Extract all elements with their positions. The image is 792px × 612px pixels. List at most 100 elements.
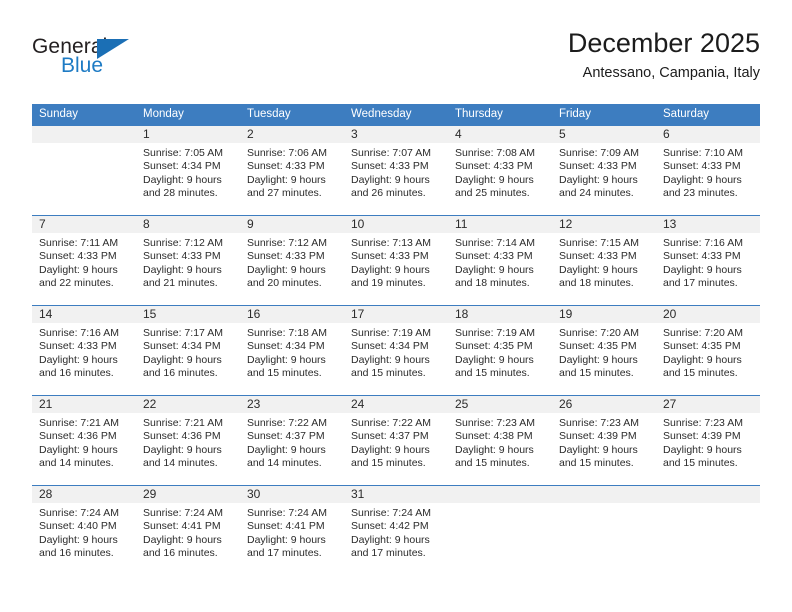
- day-details: [32, 143, 136, 147]
- day-cell[interactable]: 29 Sunrise: 7:24 AM Sunset: 4:41 PM Dayl…: [136, 486, 240, 575]
- day-cell[interactable]: 1 Sunrise: 7:05 AM Sunset: 4:34 PM Dayli…: [136, 126, 240, 215]
- sunset-text: Sunset: 4:35 PM: [455, 340, 533, 353]
- day-details: Sunrise: 7:17 AM Sunset: 4:34 PM Dayligh…: [136, 323, 240, 381]
- day-cell[interactable]: [656, 486, 760, 575]
- day-details: [552, 503, 656, 507]
- day-cell[interactable]: 5 Sunrise: 7:09 AM Sunset: 4:33 PM Dayli…: [552, 126, 656, 215]
- day-details: Sunrise: 7:07 AM Sunset: 4:33 PM Dayligh…: [344, 143, 448, 201]
- day-cell[interactable]: 8 Sunrise: 7:12 AM Sunset: 4:33 PM Dayli…: [136, 216, 240, 305]
- day-cell[interactable]: 19 Sunrise: 7:20 AM Sunset: 4:35 PM Dayl…: [552, 306, 656, 395]
- daylight-text-line2: and 20 minutes.: [247, 277, 322, 290]
- daylight-text-line2: and 23 minutes.: [663, 187, 738, 200]
- day-cell[interactable]: 6 Sunrise: 7:10 AM Sunset: 4:33 PM Dayli…: [656, 126, 760, 215]
- day-cell[interactable]: 16 Sunrise: 7:18 AM Sunset: 4:34 PM Dayl…: [240, 306, 344, 395]
- day-number: 11: [448, 216, 552, 233]
- daylight-text-line2: and 24 minutes.: [559, 187, 634, 200]
- day-number: 23: [240, 396, 344, 413]
- day-cell[interactable]: 14 Sunrise: 7:16 AM Sunset: 4:33 PM Dayl…: [32, 306, 136, 395]
- sunrise-text: Sunrise: 7:09 AM: [559, 147, 639, 159]
- day-cell[interactable]: 12 Sunrise: 7:15 AM Sunset: 4:33 PM Dayl…: [552, 216, 656, 305]
- sunrise-text: Sunrise: 7:22 AM: [351, 417, 431, 429]
- sunset-text: Sunset: 4:33 PM: [39, 340, 117, 353]
- day-cell[interactable]: 2 Sunrise: 7:06 AM Sunset: 4:33 PM Dayli…: [240, 126, 344, 215]
- sunset-text: Sunset: 4:33 PM: [39, 250, 117, 263]
- daylight-text-line1: Daylight: 9 hours: [351, 443, 430, 456]
- day-cell[interactable]: 20 Sunrise: 7:20 AM Sunset: 4:35 PM Dayl…: [656, 306, 760, 395]
- weekday-header-wednesday: Wednesday: [351, 108, 412, 120]
- sunrise-text: Sunrise: 7:19 AM: [455, 327, 535, 339]
- day-number: [552, 486, 656, 503]
- day-details: Sunrise: 7:19 AM Sunset: 4:34 PM Dayligh…: [344, 323, 448, 381]
- day-details: Sunrise: 7:16 AM Sunset: 4:33 PM Dayligh…: [32, 323, 136, 381]
- day-number: 12: [552, 216, 656, 233]
- day-details: Sunrise: 7:24 AM Sunset: 4:41 PM Dayligh…: [240, 503, 344, 561]
- day-number: 25: [448, 396, 552, 413]
- sunset-text: Sunset: 4:33 PM: [455, 160, 533, 173]
- day-cell[interactable]: 13 Sunrise: 7:16 AM Sunset: 4:33 PM Dayl…: [656, 216, 760, 305]
- daylight-text-line1: Daylight: 9 hours: [351, 263, 430, 276]
- day-cell[interactable]: 25 Sunrise: 7:23 AM Sunset: 4:38 PM Dayl…: [448, 396, 552, 485]
- sunrise-text: Sunrise: 7:11 AM: [39, 237, 119, 249]
- generalblue-logo: General Blue: [32, 36, 172, 92]
- daylight-text-line2: and 15 minutes.: [351, 457, 426, 470]
- sunset-text: Sunset: 4:33 PM: [663, 250, 741, 263]
- sunrise-text: Sunrise: 7:14 AM: [455, 237, 535, 249]
- sunset-text: Sunset: 4:33 PM: [351, 160, 429, 173]
- day-cell[interactable]: 4 Sunrise: 7:08 AM Sunset: 4:33 PM Dayli…: [448, 126, 552, 215]
- day-cell[interactable]: 3 Sunrise: 7:07 AM Sunset: 4:33 PM Dayli…: [344, 126, 448, 215]
- day-cell[interactable]: 11 Sunrise: 7:14 AM Sunset: 4:33 PM Dayl…: [448, 216, 552, 305]
- day-details: Sunrise: 7:16 AM Sunset: 4:33 PM Dayligh…: [656, 233, 760, 291]
- sunset-text: Sunset: 4:33 PM: [247, 250, 325, 263]
- daylight-text-line2: and 16 minutes.: [39, 367, 114, 380]
- day-details: Sunrise: 7:06 AM Sunset: 4:33 PM Dayligh…: [240, 143, 344, 201]
- day-cell[interactable]: 27 Sunrise: 7:23 AM Sunset: 4:39 PM Dayl…: [656, 396, 760, 485]
- sunset-text: Sunset: 4:36 PM: [143, 430, 221, 443]
- day-cell[interactable]: 10 Sunrise: 7:13 AM Sunset: 4:33 PM Dayl…: [344, 216, 448, 305]
- day-cell[interactable]: 9 Sunrise: 7:12 AM Sunset: 4:33 PM Dayli…: [240, 216, 344, 305]
- sunrise-text: Sunrise: 7:07 AM: [351, 147, 431, 159]
- daylight-text-line1: Daylight: 9 hours: [559, 173, 638, 186]
- day-cell[interactable]: [552, 486, 656, 575]
- day-cell[interactable]: 24 Sunrise: 7:22 AM Sunset: 4:37 PM Dayl…: [344, 396, 448, 485]
- day-cell[interactable]: 21 Sunrise: 7:21 AM Sunset: 4:36 PM Dayl…: [32, 396, 136, 485]
- day-number: 28: [32, 486, 136, 503]
- day-number: 24: [344, 396, 448, 413]
- sunset-text: Sunset: 4:40 PM: [39, 520, 117, 533]
- day-cell[interactable]: 28 Sunrise: 7:24 AM Sunset: 4:40 PM Dayl…: [32, 486, 136, 575]
- sunrise-text: Sunrise: 7:05 AM: [143, 147, 223, 159]
- day-details: Sunrise: 7:15 AM Sunset: 4:33 PM Dayligh…: [552, 233, 656, 291]
- day-details: Sunrise: 7:21 AM Sunset: 4:36 PM Dayligh…: [136, 413, 240, 471]
- day-cell[interactable]: 17 Sunrise: 7:19 AM Sunset: 4:34 PM Dayl…: [344, 306, 448, 395]
- daylight-text-line1: Daylight: 9 hours: [143, 353, 222, 366]
- sunrise-text: Sunrise: 7:16 AM: [39, 327, 119, 339]
- day-cell[interactable]: 23 Sunrise: 7:22 AM Sunset: 4:37 PM Dayl…: [240, 396, 344, 485]
- day-cell[interactable]: [32, 126, 136, 215]
- daylight-text-line2: and 17 minutes.: [351, 547, 426, 560]
- sunrise-text: Sunrise: 7:21 AM: [143, 417, 223, 429]
- day-cell[interactable]: [448, 486, 552, 575]
- day-cell[interactable]: 22 Sunrise: 7:21 AM Sunset: 4:36 PM Dayl…: [136, 396, 240, 485]
- day-cell[interactable]: 18 Sunrise: 7:19 AM Sunset: 4:35 PM Dayl…: [448, 306, 552, 395]
- day-cell[interactable]: 26 Sunrise: 7:23 AM Sunset: 4:39 PM Dayl…: [552, 396, 656, 485]
- daylight-text-line1: Daylight: 9 hours: [455, 353, 534, 366]
- daylight-text-line2: and 25 minutes.: [455, 187, 530, 200]
- day-number: 22: [136, 396, 240, 413]
- daylight-text-line1: Daylight: 9 hours: [247, 533, 326, 546]
- daylight-text-line1: Daylight: 9 hours: [247, 443, 326, 456]
- day-cell[interactable]: 31 Sunrise: 7:24 AM Sunset: 4:42 PM Dayl…: [344, 486, 448, 575]
- sunset-text: Sunset: 4:33 PM: [663, 160, 741, 173]
- day-number: 16: [240, 306, 344, 323]
- day-number: 1: [136, 126, 240, 143]
- weekday-header-saturday: Saturday: [663, 108, 710, 120]
- day-cell[interactable]: 15 Sunrise: 7:17 AM Sunset: 4:34 PM Dayl…: [136, 306, 240, 395]
- sunset-text: Sunset: 4:33 PM: [351, 250, 429, 263]
- day-cell[interactable]: 30 Sunrise: 7:24 AM Sunset: 4:41 PM Dayl…: [240, 486, 344, 575]
- day-cell[interactable]: 7 Sunrise: 7:11 AM Sunset: 4:33 PM Dayli…: [32, 216, 136, 305]
- daylight-text-line1: Daylight: 9 hours: [663, 353, 742, 366]
- sunset-text: Sunset: 4:41 PM: [143, 520, 221, 533]
- day-number: 14: [32, 306, 136, 323]
- sunset-text: Sunset: 4:39 PM: [663, 430, 741, 443]
- calendar-grid: Sunday Monday Tuesday Wednesday Thursday…: [32, 104, 760, 575]
- daylight-text-line1: Daylight: 9 hours: [143, 263, 222, 276]
- day-details: Sunrise: 7:24 AM Sunset: 4:40 PM Dayligh…: [32, 503, 136, 561]
